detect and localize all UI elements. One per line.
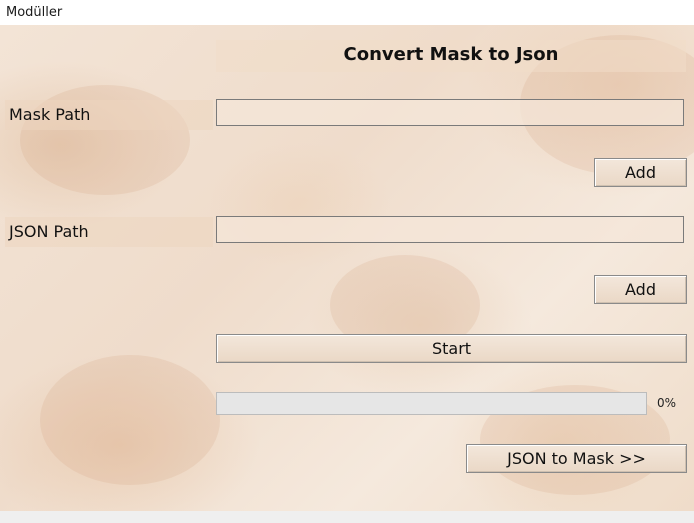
start-button[interactable]: Start — [216, 334, 687, 363]
mask-path-label: Mask Path — [5, 100, 213, 130]
json-path-label: JSON Path — [5, 217, 213, 247]
mask-path-label-text: Mask Path — [9, 105, 91, 124]
json-path-input[interactable] — [216, 216, 684, 243]
json-path-label-text: JSON Path — [9, 222, 89, 241]
bottom-strip — [0, 511, 694, 523]
json-to-mask-button[interactable]: JSON to Mask >> — [466, 444, 687, 473]
progress-bar — [216, 392, 647, 415]
mask-add-button[interactable]: Add — [594, 158, 687, 187]
main-panel — [0, 25, 694, 511]
page-title: Convert Mask to Json — [343, 44, 559, 65]
background-stain — [40, 355, 220, 485]
menu-moduller[interactable]: Modüller — [6, 5, 62, 20]
progress-percent: 0% — [657, 396, 677, 410]
menu-bar: Modüller — [0, 0, 694, 25]
mask-path-input[interactable] — [216, 99, 684, 126]
json-add-button[interactable]: Add — [594, 275, 687, 304]
